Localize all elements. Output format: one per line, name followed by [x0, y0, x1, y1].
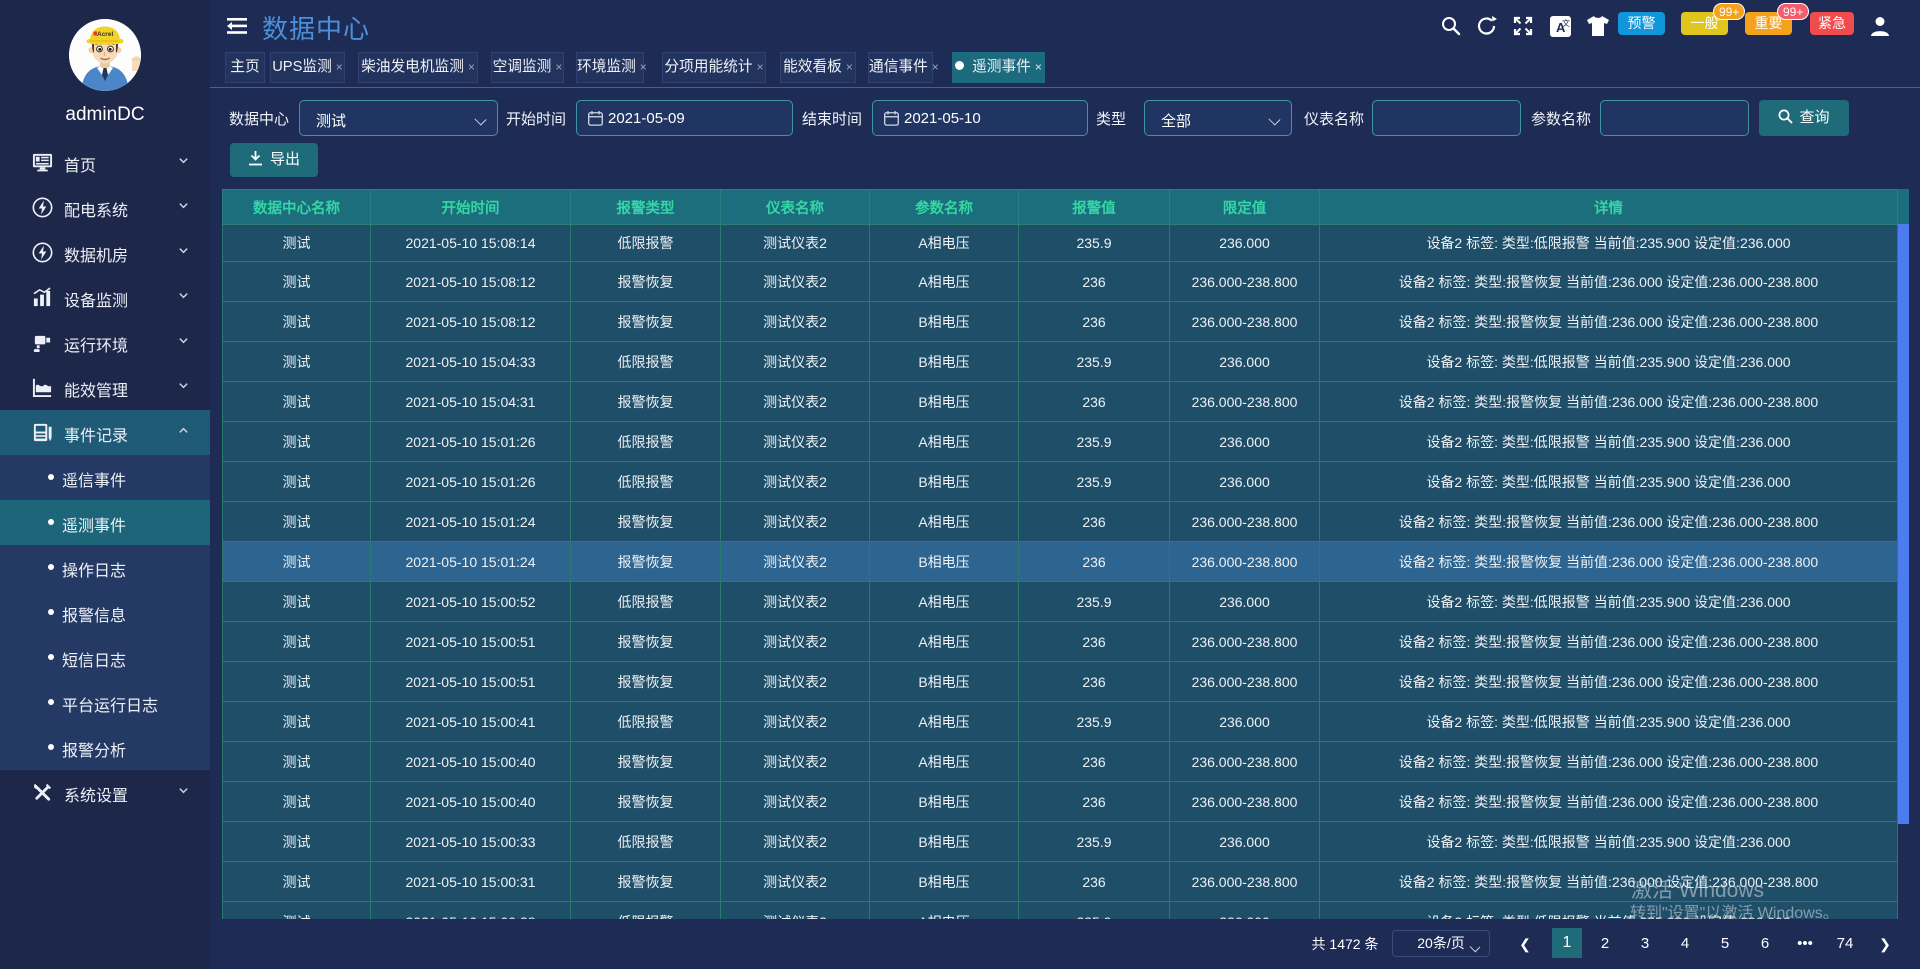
svg-text:Acrel: Acrel	[97, 31, 113, 38]
svg-text:文: 文	[1562, 18, 1570, 28]
